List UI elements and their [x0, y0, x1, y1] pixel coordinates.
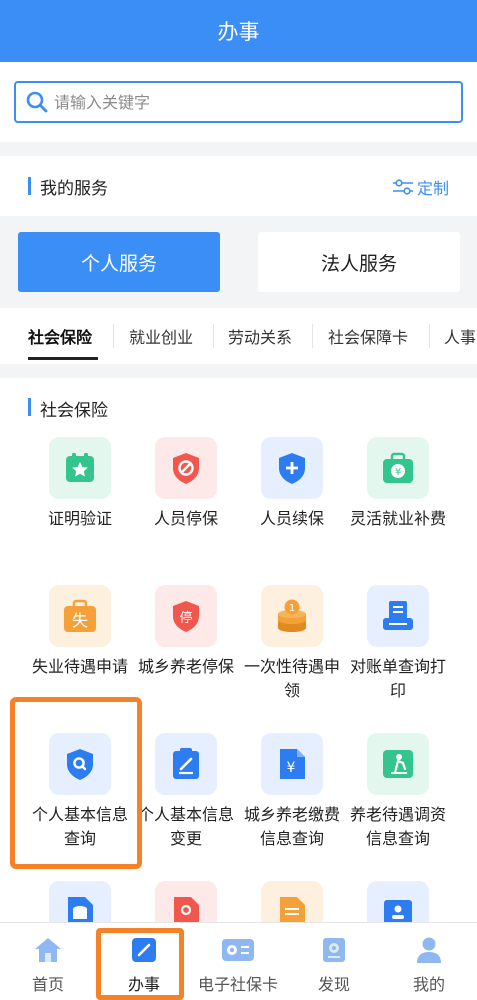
service-stop-insurance[interactable]: 人员停保	[136, 437, 236, 531]
service-partial-3[interactable]	[242, 881, 342, 923]
sliders-icon	[392, 179, 413, 195]
service-flexible-employment-payment[interactable]: ¥ 灵活就业补费	[348, 437, 448, 531]
tab-e-card[interactable]: 电子社保卡	[190, 923, 286, 1000]
edit-clipboard-icon	[155, 733, 217, 795]
tab-labor-relations[interactable]: 劳动关系	[228, 308, 292, 364]
service-partial-4[interactable]	[348, 881, 448, 923]
svg-text:¥: ¥	[395, 467, 401, 478]
stop-shield-icon	[155, 437, 217, 499]
active-tab-underline	[28, 357, 98, 360]
service-label: 一次性待遇申领	[243, 657, 340, 700]
search-area	[0, 62, 477, 142]
tab-discover[interactable]: 发现	[286, 923, 382, 1000]
service-partial-1[interactable]	[30, 881, 130, 923]
tab-social-insurance[interactable]: 社会保险	[28, 308, 92, 364]
unemployment-bag-icon: 失	[49, 585, 111, 647]
plus-shield-icon	[261, 437, 323, 499]
service-statement-print[interactable]: 对账单查询打印	[348, 585, 448, 703]
user-icon	[416, 935, 442, 965]
top-nav-bar: 办事	[0, 0, 477, 62]
tab-divider	[429, 324, 430, 348]
page-title: 办事	[217, 20, 260, 44]
yuan-document-icon: ¥	[261, 733, 323, 795]
bottom-tab-bar: 首页 办事 电子社保卡 发现 我的	[0, 922, 477, 1000]
service-label: 失业待遇申请	[31, 657, 128, 676]
tab-employment[interactable]: 就业创业	[129, 308, 193, 364]
yuan-briefcase-icon: ¥	[367, 437, 429, 499]
tab-divider	[213, 324, 214, 348]
svg-text:1: 1	[289, 603, 295, 614]
tab-personnel[interactable]: 人事	[444, 308, 476, 364]
tab-label: 发现	[317, 975, 350, 994]
customize-button[interactable]: 定制	[392, 175, 449, 199]
service-label: 个人基本信息变更	[137, 805, 234, 848]
service-label: 城乡养老停保	[137, 657, 234, 676]
service-one-time-benefit[interactable]: 1 一次性待遇申领	[242, 585, 342, 703]
tab-divider	[113, 324, 114, 348]
my-services-header: 我的服务 定制	[0, 156, 477, 216]
service-rural-pension-stop[interactable]: 停 城乡养老停保	[136, 585, 236, 679]
section-title: 社会保险	[40, 401, 108, 421]
category-tabs: 社会保险 就业创业 劳动关系 社会保障卡 人事	[0, 308, 477, 364]
my-services-title: 我的服务	[40, 179, 108, 199]
search-box[interactable]	[14, 81, 463, 123]
section-accent-bar	[28, 398, 31, 416]
service-personal-info-change[interactable]: 个人基本信息变更	[136, 733, 236, 851]
service-label: 人员续保	[259, 509, 324, 528]
service-label: 灵活就业补费	[349, 509, 446, 528]
printer-icon	[367, 585, 429, 647]
card-icon	[221, 935, 255, 965]
service-type-tabs: 个人服务 法人服务	[0, 216, 477, 308]
id-card-icon	[367, 881, 429, 923]
certificate-star-icon	[49, 437, 111, 499]
tab-label: 我的	[412, 975, 445, 994]
person-document-icon	[155, 881, 217, 923]
elder-care-icon	[367, 733, 429, 795]
service-partial-2[interactable]	[136, 881, 236, 923]
home-icon	[33, 935, 63, 965]
highlight-box	[96, 928, 184, 1000]
tab-label: 首页	[31, 975, 64, 994]
section-accent-bar	[28, 177, 31, 195]
discover-icon	[320, 935, 348, 965]
personal-service-tab[interactable]: 个人服务	[18, 232, 220, 292]
database-document-icon	[49, 881, 111, 923]
tab-label: 电子社保卡	[197, 975, 278, 994]
legal-entity-service-tab[interactable]: 法人服务	[258, 232, 460, 292]
tab-divider	[312, 324, 313, 348]
service-pension-adjustment-query[interactable]: 养老待遇调资信息查询	[348, 733, 448, 851]
search-icon	[26, 91, 48, 113]
tab-mine[interactable]: 我的	[381, 923, 477, 1000]
service-label: 养老待遇调资信息查询	[349, 805, 446, 848]
service-rural-pension-payment-query[interactable]: ¥ 城乡养老缴费信息查询	[242, 733, 342, 851]
svg-text:停: 停	[179, 610, 192, 626]
service-label: 证明验证	[47, 509, 112, 528]
svg-text:失: 失	[72, 611, 88, 630]
service-certificate-verify[interactable]: 证明验证	[30, 437, 130, 531]
search-input[interactable]	[54, 92, 434, 112]
pension-stop-shield-icon: 停	[155, 585, 217, 647]
customize-label: 定制	[416, 179, 449, 198]
tab-home[interactable]: 首页	[0, 923, 96, 1000]
service-label: 人员停保	[153, 509, 218, 528]
coin-stack-icon: 1	[261, 585, 323, 647]
tab-social-security-card[interactable]: 社会保障卡	[328, 308, 408, 364]
list-document-icon	[261, 881, 323, 923]
service-unemployment-apply[interactable]: 失 失业待遇申请	[30, 585, 130, 679]
service-label: 对账单查询打印	[349, 657, 446, 700]
service-continue-insurance[interactable]: 人员续保	[242, 437, 342, 531]
svg-text:¥: ¥	[287, 760, 296, 776]
highlight-box	[10, 697, 142, 869]
service-label: 城乡养老缴费信息查询	[243, 805, 340, 848]
